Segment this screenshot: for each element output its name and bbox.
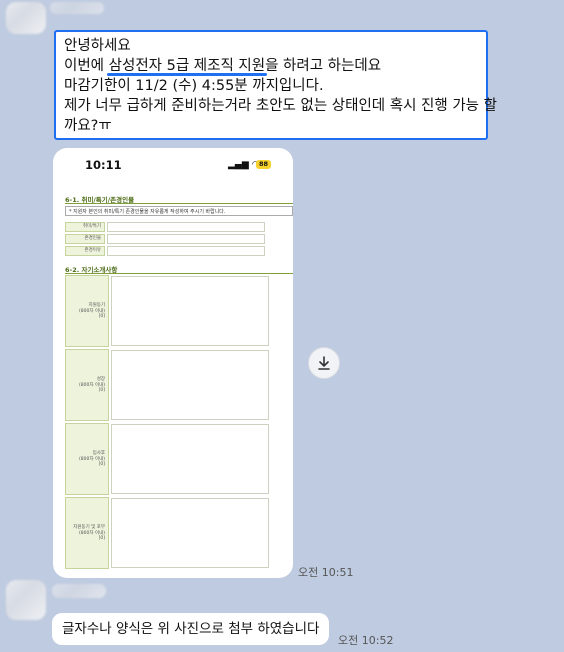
- form-label: 지원동기 및 포부 (800자 이내) [0]: [65, 497, 109, 569]
- image-attachment[interactable]: 10:11 ▂▄▆ ◠ 88 6-1. 취미/특기/존경인물 * 지원자 본인의…: [53, 148, 293, 578]
- form-field: [107, 246, 265, 256]
- form-textarea: [111, 498, 269, 568]
- form-label: 존경이유: [65, 246, 105, 256]
- message-line: 까요?ㅠ: [64, 118, 112, 134]
- sender-avatar[interactable]: [6, 2, 46, 34]
- form-textarea: [111, 350, 269, 420]
- form-note: * 지원자 본인의 취미/특기 존경인물을 자유롭게 작성하여 주시기 바랍니다…: [65, 206, 293, 216]
- timestamp: 오전 10:51: [298, 566, 354, 579]
- message-line: 제가 너무 급하게 준비하는거라 초안도 없는 상태인데 혹시 진행 가능 할: [64, 98, 497, 114]
- download-icon: [318, 356, 330, 370]
- divider: [65, 273, 293, 274]
- signal-wifi-icon: ▂▄▆ ◠: [228, 160, 260, 170]
- status-time: 10:11: [85, 158, 122, 172]
- message-bubble-1[interactable]: 안녕하세요 이번에 삼성전자 5급 제조직 지원을 하려고 하는데요 마감기한이…: [54, 30, 497, 140]
- form-textarea: [111, 276, 269, 346]
- form-label: 존경인물: [65, 234, 105, 244]
- timestamp: 오전 10:52: [338, 634, 394, 647]
- divider: [65, 203, 293, 204]
- sender-name-blurred-top: [50, 2, 104, 14]
- form-label: 취미/특기: [65, 222, 105, 232]
- form-label: 지원동기 (800자 이내) [0]: [65, 275, 109, 347]
- form-label: 성장 (800자 이내) [0]: [65, 349, 109, 421]
- message-text: 이번에: [64, 58, 109, 74]
- message-line: 안녕하세요: [64, 38, 131, 54]
- form-textarea: [111, 424, 269, 494]
- sender-avatar-2[interactable]: [6, 580, 46, 620]
- message-line: 마감기한이 11/2 (수) 4:55분 까지입니다.: [64, 78, 324, 94]
- sender-name-blurred: [52, 584, 106, 598]
- form-field: [107, 234, 265, 244]
- battery-icon: 88: [256, 160, 271, 169]
- message-bubble-2[interactable]: 글자수나 양식은 위 사진으로 첨부 하였습니다: [52, 613, 330, 645]
- download-button[interactable]: [308, 347, 340, 379]
- highlighted-text: 삼성전자 5급 제조직 지원: [108, 58, 266, 74]
- form-label: 입사후 (800자 이내) [0]: [65, 423, 109, 495]
- form-field: [107, 222, 265, 232]
- message-line: 이번에 삼성전자 5급 제조직 지원을 하려고 하는데요: [64, 56, 478, 76]
- message-text: 을 하려고 하는데요: [265, 58, 382, 74]
